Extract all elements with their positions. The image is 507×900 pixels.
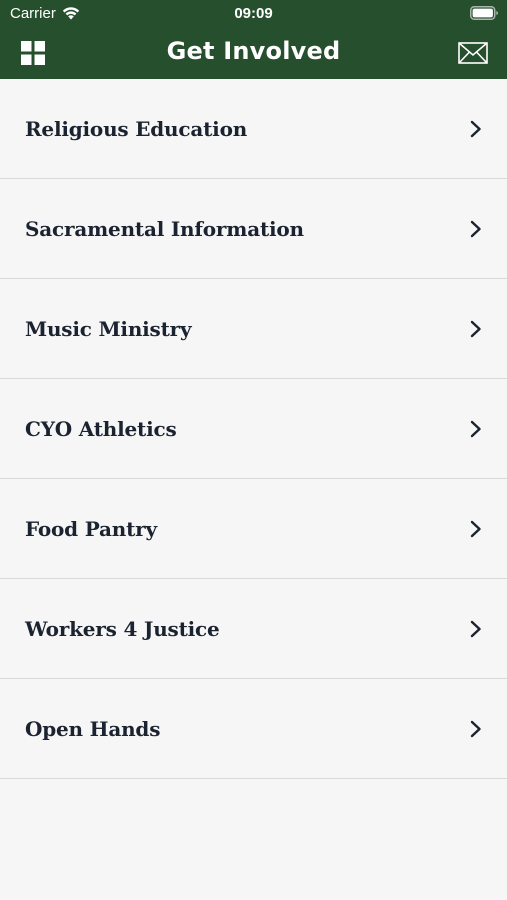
chevron-right-icon bbox=[470, 520, 481, 537]
list-item-label: Food Pantry bbox=[25, 516, 157, 541]
chevron-right-icon bbox=[470, 620, 481, 637]
list-item-religious-education[interactable]: Religious Education bbox=[0, 79, 507, 179]
list-item-cyo-athletics[interactable]: CYO Athletics bbox=[0, 379, 507, 479]
list-item-label: Open Hands bbox=[25, 716, 161, 741]
chevron-right-icon bbox=[470, 220, 481, 237]
mail-button[interactable] bbox=[454, 34, 492, 72]
list-item-label: Music Ministry bbox=[25, 316, 192, 341]
list-item-food-pantry[interactable]: Food Pantry bbox=[0, 479, 507, 579]
list-item-sacramental-information[interactable]: Sacramental Information bbox=[0, 179, 507, 279]
status-bar: Carrier 09:09 bbox=[0, 0, 507, 28]
app-header: Carrier 09:09 Get Involved bbox=[0, 0, 507, 79]
navigation-bar: Get Involved bbox=[0, 28, 507, 79]
page-title: Get Involved bbox=[166, 37, 341, 65]
list-item-label: Religious Education bbox=[25, 116, 248, 141]
chevron-right-icon bbox=[470, 720, 481, 737]
chevron-right-icon bbox=[470, 420, 481, 437]
get-involved-list: Religious Education Sacramental Informat… bbox=[0, 79, 507, 779]
list-item-label: CYO Athletics bbox=[25, 416, 177, 441]
battery-icon bbox=[470, 6, 498, 20]
list-item-workers-4-justice[interactable]: Workers 4 Justice bbox=[0, 579, 507, 679]
chevron-right-icon bbox=[470, 320, 481, 337]
mail-icon bbox=[458, 42, 488, 64]
chevron-right-icon bbox=[470, 120, 481, 137]
list-item-label: Sacramental Information bbox=[25, 216, 304, 241]
list-item-open-hands[interactable]: Open Hands bbox=[0, 679, 507, 779]
status-time: 09:09 bbox=[234, 5, 273, 22]
list-item-label: Workers 4 Justice bbox=[25, 616, 220, 641]
list-item-music-ministry[interactable]: Music Ministry bbox=[0, 279, 507, 379]
